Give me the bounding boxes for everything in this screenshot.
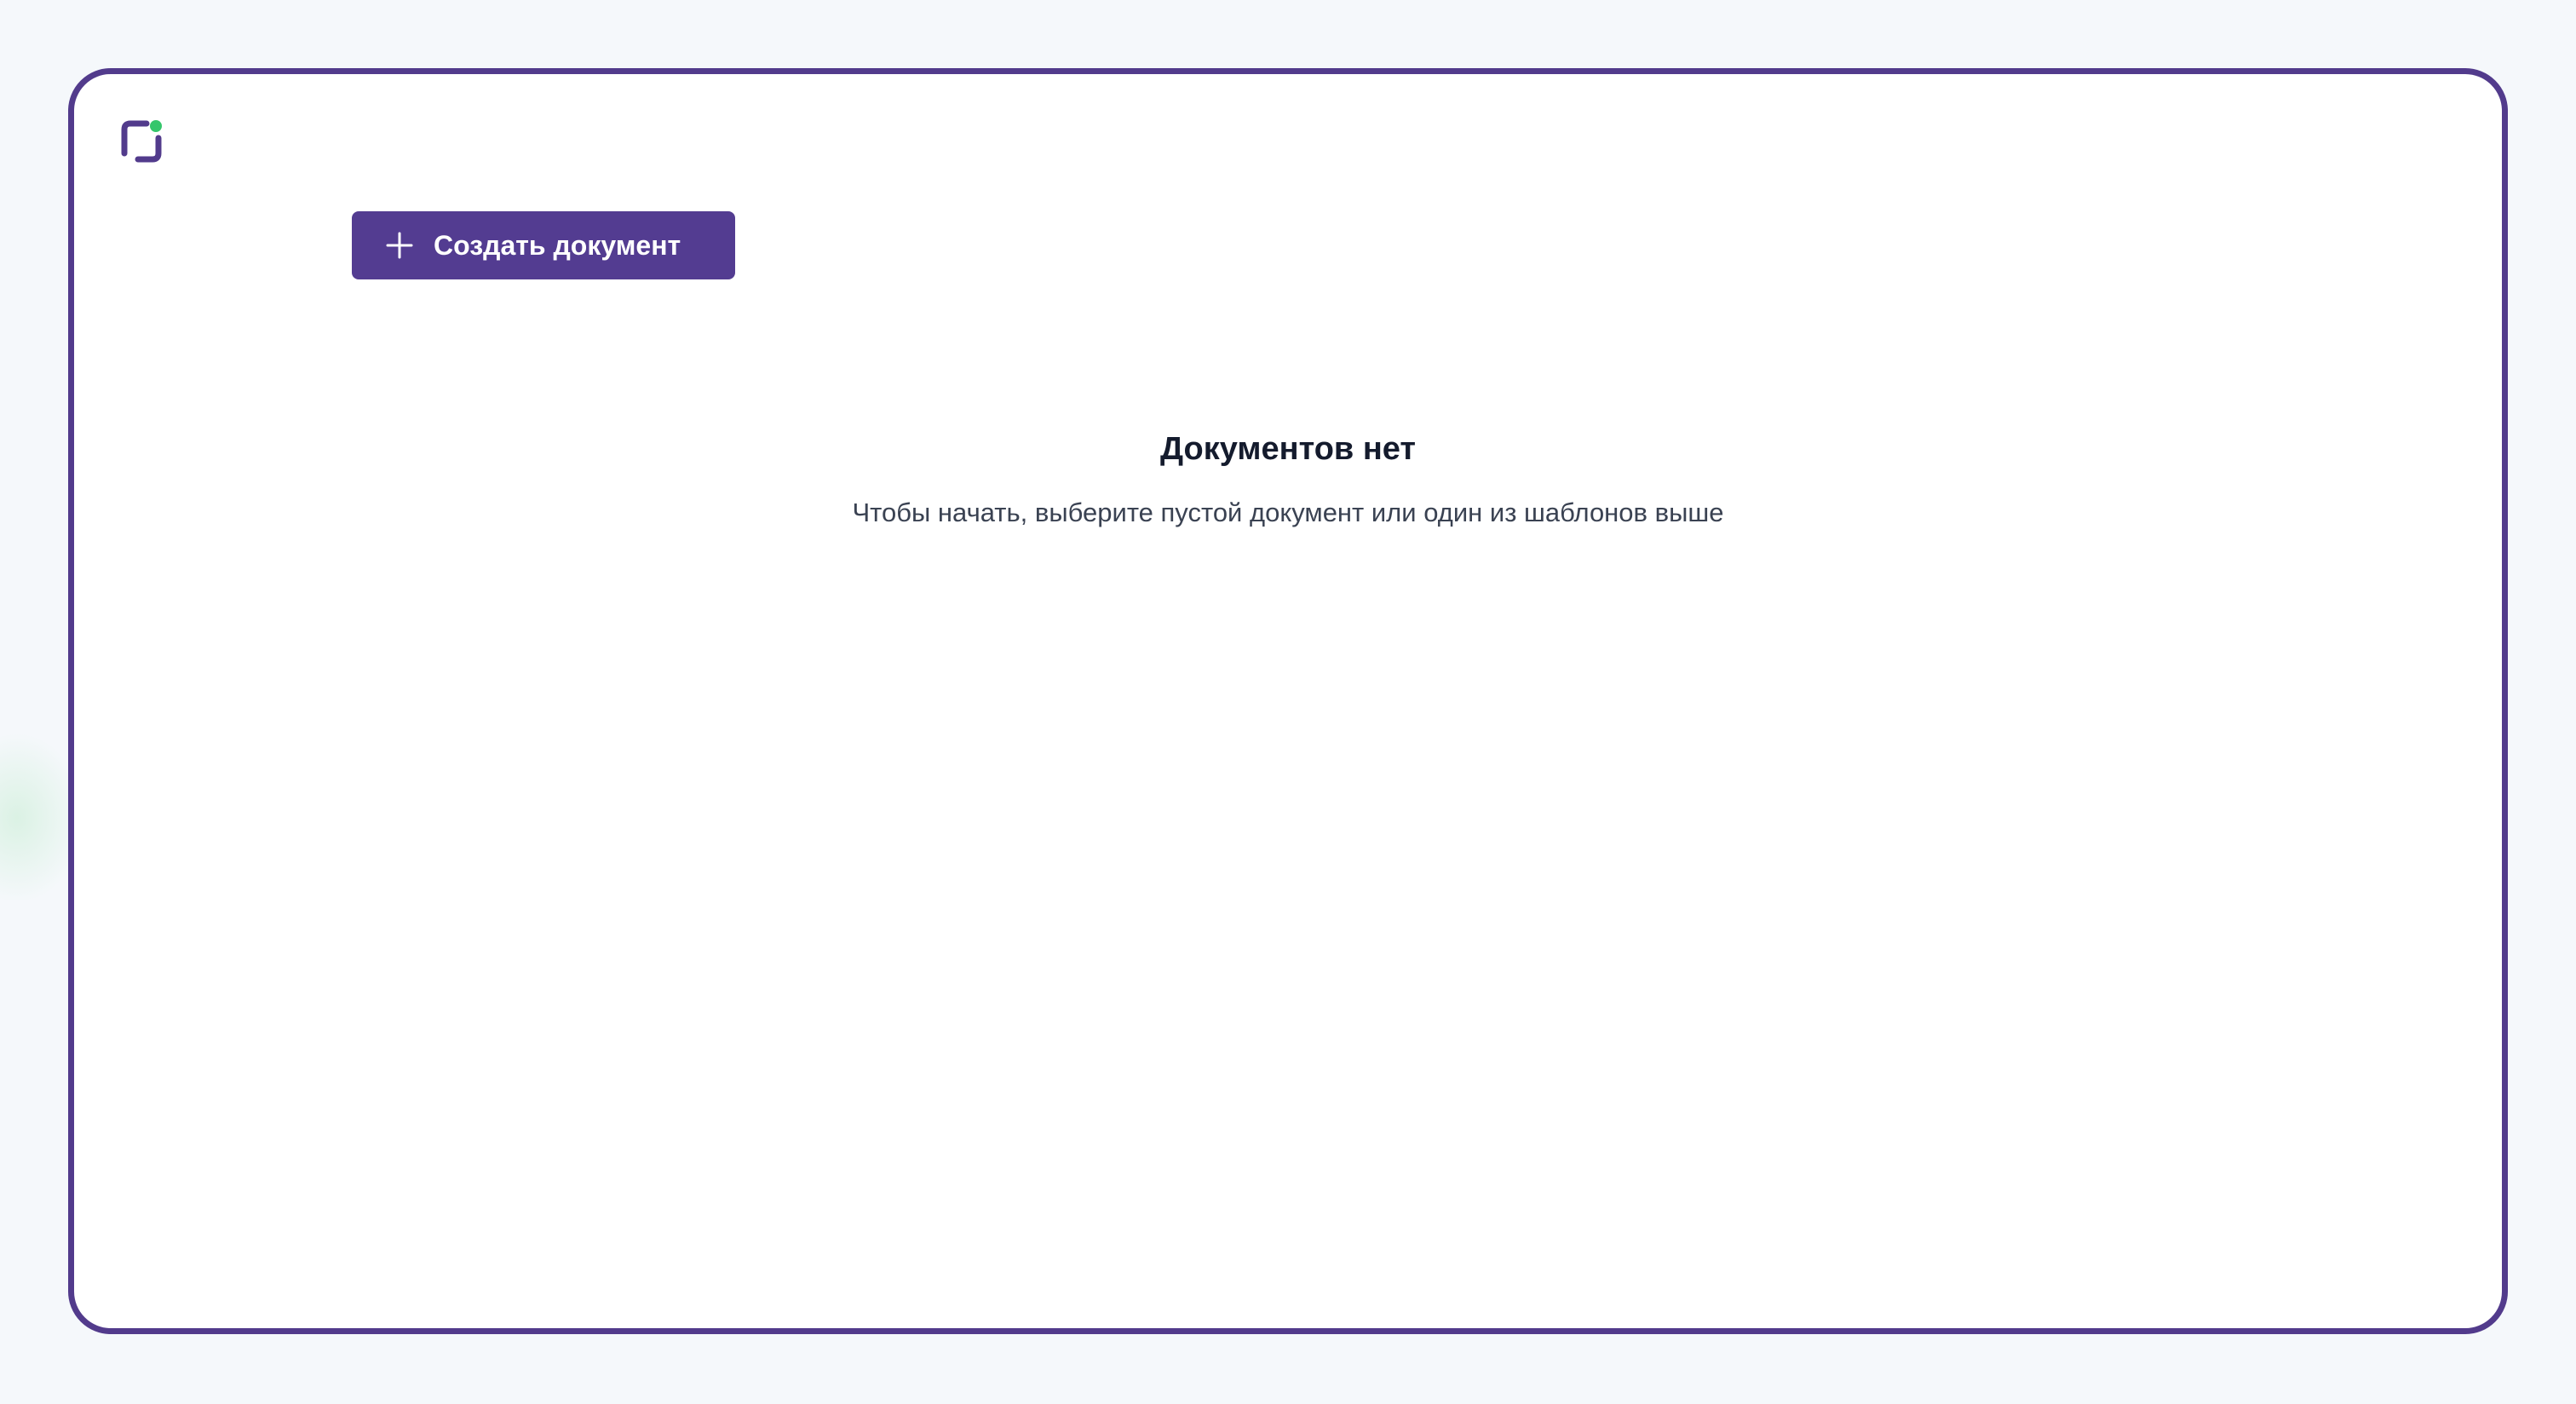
empty-state: Документов нет Чтобы начать, выберите пу… [74,423,2502,532]
app-window: Создать документ Документов нет Чтобы на… [68,68,2508,1334]
empty-state-title: Документов нет [1159,431,1417,467]
empty-state-subtitle: Чтобы начать, выберите пустой документ и… [852,498,1724,527]
create-document-label: Создать документ [434,229,681,261]
plus-icon [386,232,413,259]
app-logo-icon[interactable] [119,119,164,164]
create-document-button[interactable]: Создать документ [352,211,735,279]
